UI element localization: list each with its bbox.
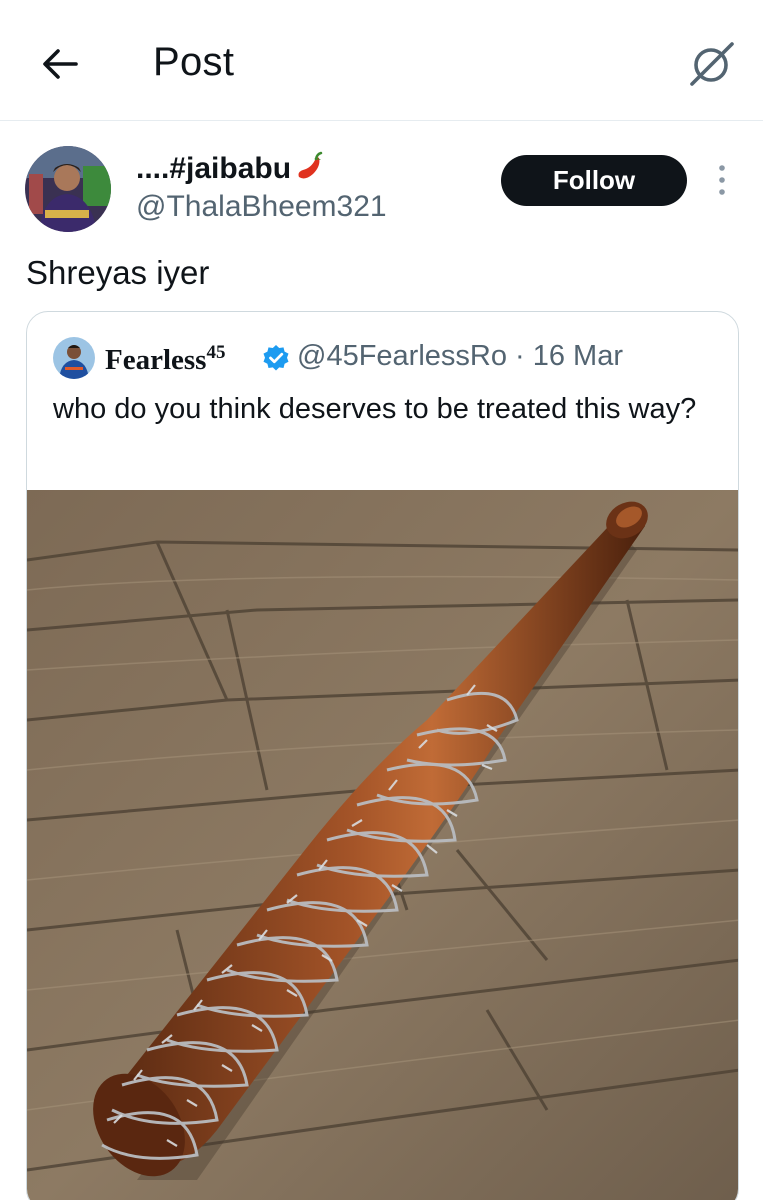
quoted-author-name[interactable]: Fearless45 bbox=[105, 342, 225, 377]
more-vertical-icon bbox=[719, 165, 725, 195]
verified-badge-icon bbox=[263, 345, 289, 371]
author-display-name[interactable]: ....#jaibabu bbox=[136, 150, 325, 190]
page-title: Post bbox=[153, 40, 235, 84]
quoted-text: who do you think deserves to be treated … bbox=[53, 393, 697, 425]
quoted-handle-date: @45FearlessRo · 16 Mar bbox=[297, 340, 623, 372]
quoted-author-avatar[interactable] bbox=[53, 337, 95, 379]
author-handle[interactable]: @ThalaBheem321 bbox=[136, 190, 387, 224]
more-options-button[interactable] bbox=[708, 160, 736, 200]
quoted-media-image[interactable] bbox=[27, 490, 738, 1200]
back-button[interactable] bbox=[38, 42, 82, 86]
follow-button[interactable]: Follow bbox=[501, 155, 687, 206]
author-avatar[interactable] bbox=[25, 146, 111, 232]
grok-icon bbox=[690, 42, 734, 86]
chili-pepper-icon bbox=[293, 150, 325, 190]
grok-button[interactable] bbox=[686, 38, 738, 90]
post-text: Shreyas iyer bbox=[26, 254, 210, 291]
arrow-left-icon bbox=[43, 49, 78, 79]
quoted-post[interactable]: Fearless45 @45FearlessRo · 16 Mar who do… bbox=[26, 311, 739, 1200]
top-bar: Post bbox=[0, 0, 763, 121]
